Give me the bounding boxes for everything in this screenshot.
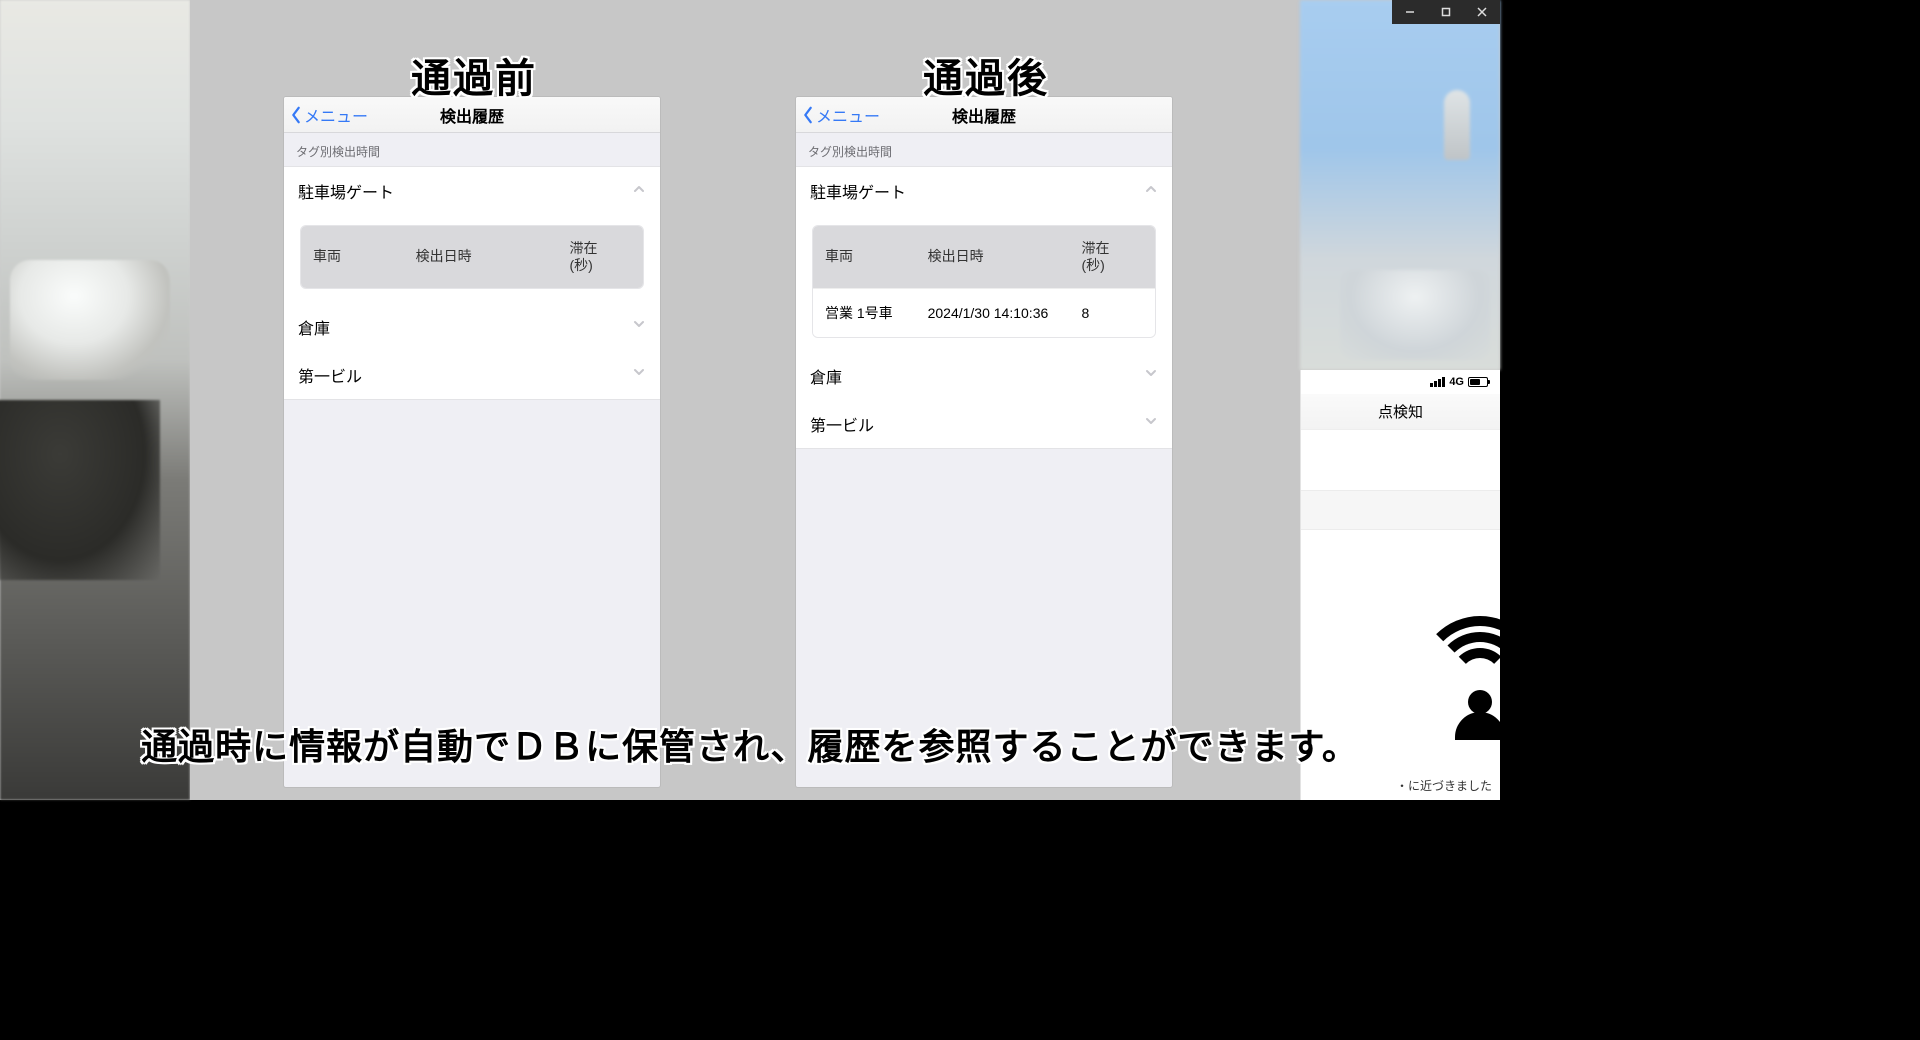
accordion-label: 駐車場ゲート [810, 179, 906, 203]
panel-before: メニュー 検出履歴 タグ別検出時間 駐車場ゲート 車両 検出日時 滞在 (秒) [284, 97, 660, 787]
window-minimize-button[interactable] [1392, 0, 1428, 24]
detection-table-wrap: 車両 検出日時 滞在 (秒) 営業 1号車 2024/1/30 14:10:36… [796, 215, 1172, 352]
back-label: メニュー [816, 103, 880, 127]
col-vehicle: 車両 [813, 226, 916, 288]
table-row[interactable]: 営業 1号車 2024/1/30 14:10:36 8 [813, 288, 1155, 337]
col-stay-sec: 滞在 (秒) [557, 226, 643, 288]
accordion-item-building-1: 第一ビル [284, 351, 660, 400]
cell-detected-at: 2024/1/30 14:10:36 [916, 288, 1070, 337]
section-header: タグ別検出時間 [796, 133, 1172, 166]
accordion-item-warehouse: 倉庫 [796, 352, 1172, 401]
caption: 通過時に情報が自動でＤＢに保管され、履歴を参照することができます。 [0, 718, 1500, 770]
proximity-toast: ・に近づきました [1396, 777, 1492, 794]
chevron-left-icon [290, 106, 302, 124]
section-header: タグ別検出時間 [284, 133, 660, 166]
chevron-up-icon [632, 182, 646, 201]
accordion-header[interactable]: 駐車場ゲート [284, 167, 660, 215]
cell-stay-sec: 8 [1069, 288, 1155, 337]
accordion-header[interactable]: 第一ビル [284, 351, 660, 399]
accordion-header[interactable]: 第一ビル [796, 400, 1172, 448]
status-bar: 4G [1301, 370, 1500, 394]
signal-icon [1430, 377, 1445, 387]
detection-table-wrap: 車両 検出日時 滞在 (秒) [284, 215, 660, 303]
cell-vehicle: 営業 1号車 [813, 288, 916, 337]
right-phone-row [1301, 490, 1500, 530]
chevron-down-icon [632, 365, 646, 384]
accordion-item-parking-gate: 駐車場ゲート 車両 検出日時 滞在 (秒) 営業 1号車 2024/1/30 1 [796, 166, 1172, 353]
network-label: 4G [1449, 376, 1464, 388]
table-header-row: 車両 検出日時 滞在 (秒) [301, 226, 643, 288]
accordion-item-warehouse: 倉庫 [284, 303, 660, 352]
table-header-row: 車両 検出日時 滞在 (秒) [813, 226, 1155, 288]
background-photo-right [1300, 0, 1500, 370]
accordion-label: 第一ビル [810, 412, 874, 436]
background-photo-left [0, 0, 190, 800]
back-label: メニュー [304, 103, 368, 127]
chevron-down-icon [1144, 414, 1158, 433]
detection-table: 車両 検出日時 滞在 (秒) [300, 225, 644, 289]
window-maximize-button[interactable] [1428, 0, 1464, 24]
col-detected-at: 検出日時 [916, 226, 1070, 288]
accordion-header[interactable]: 駐車場ゲート [796, 167, 1172, 215]
accordion-item-parking-gate: 駐車場ゲート 車両 検出日時 滞在 (秒) [284, 166, 660, 304]
chevron-up-icon [1144, 182, 1158, 201]
detection-table: 車両 検出日時 滞在 (秒) 営業 1号車 2024/1/30 14:10:36… [812, 225, 1156, 338]
label-after: 通過後 [796, 46, 1176, 104]
window-titlebar [1392, 0, 1500, 24]
accordion-label: 駐車場ゲート [298, 179, 394, 203]
accordion-label: 倉庫 [810, 364, 842, 388]
back-button[interactable]: メニュー [796, 103, 880, 127]
accordion-header[interactable]: 倉庫 [284, 303, 660, 351]
right-phone-nav-title: 点検知 [1378, 401, 1423, 422]
col-detected-at: 検出日時 [404, 226, 558, 288]
label-before: 通過前 [284, 46, 664, 104]
accordion-label: 第一ビル [298, 363, 362, 387]
panel-after: メニュー 検出履歴 タグ別検出時間 駐車場ゲート 車両 検出日時 滞在 (秒) [796, 97, 1172, 787]
accordion-header[interactable]: 倉庫 [796, 352, 1172, 400]
accordion-label: 倉庫 [298, 315, 330, 339]
chevron-down-icon [1144, 366, 1158, 385]
col-stay-sec: 滞在 (秒) [1069, 226, 1155, 288]
battery-icon [1468, 377, 1488, 387]
window-close-button[interactable] [1464, 0, 1500, 24]
accordion-item-building-1: 第一ビル [796, 400, 1172, 449]
chevron-left-icon [802, 106, 814, 124]
chevron-down-icon [632, 317, 646, 336]
col-vehicle: 車両 [301, 226, 404, 288]
back-button[interactable]: メニュー [284, 103, 368, 127]
right-phone-nav: 点検知 [1301, 394, 1500, 430]
